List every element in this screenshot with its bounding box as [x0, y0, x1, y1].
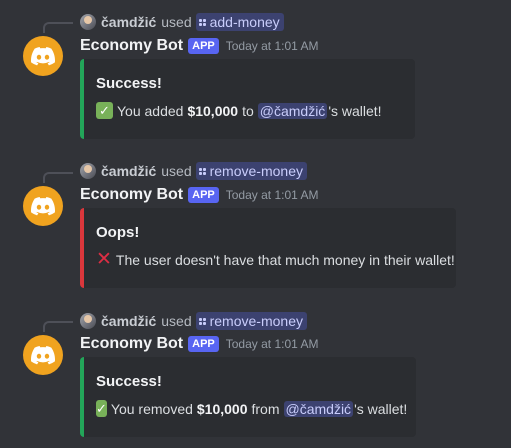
command-name: remove-money: [209, 313, 303, 329]
bot-name[interactable]: Economy Bot: [80, 37, 183, 55]
reply-used-text: used: [161, 313, 192, 329]
embed-color-bar: [80, 59, 84, 139]
app-badge: APP: [188, 187, 219, 203]
reply-username[interactable]: čamdžić: [101, 313, 156, 329]
command-reply[interactable]: čamdžić used remove-money: [80, 311, 307, 331]
bot-name[interactable]: Economy Bot: [80, 186, 183, 204]
timestamp[interactable]: Today at 1:01 AM: [226, 188, 319, 202]
message-header: Economy Bot APP Today at 1:01 AM: [80, 184, 318, 206]
success-embed: Success! ✓ You added $10,000 to @čamdžić…: [80, 59, 415, 139]
user-avatar[interactable]: [80, 313, 96, 329]
embed-color-bar: [80, 357, 84, 437]
reply-username[interactable]: čamdžić: [101, 14, 156, 30]
embed-description: ✓ You removed $10,000 from @čamdžić 's w…: [96, 400, 407, 417]
desc-suffix: 's wallet!: [328, 102, 382, 119]
desc-suffix: 's wallet!: [354, 400, 408, 417]
reply-connector: [43, 22, 73, 33]
cross-mark-icon: ✕: [96, 249, 112, 270]
discord-logo-icon: [31, 46, 55, 65]
reply-username[interactable]: čamdžić: [101, 163, 156, 179]
message-header: Economy Bot APP Today at 1:01 AM: [80, 333, 318, 355]
desc-prefix: You removed: [110, 400, 193, 417]
desc-text: The user doesn't have that much money in…: [115, 251, 455, 268]
success-embed: Success! ✓ You removed $10,000 from @čam…: [80, 357, 416, 437]
timestamp[interactable]: Today at 1:01 AM: [226, 337, 319, 351]
command-name: add-money: [209, 14, 280, 30]
discord-logo-icon: [31, 345, 55, 364]
reply-used-text: used: [161, 163, 192, 179]
command-reply[interactable]: čamdžić used add-money: [80, 12, 284, 32]
check-mark-icon: ✓: [96, 102, 113, 119]
command-name: remove-money: [209, 163, 303, 179]
reply-connector: [43, 321, 73, 332]
discord-logo-icon: [31, 196, 55, 215]
message-header: Economy Bot APP Today at 1:01 AM: [80, 35, 318, 57]
error-embed: Oops! ✕ The user doesn't have that much …: [80, 208, 456, 288]
amount: $10,000: [187, 102, 239, 119]
check-mark-icon: ✓: [96, 400, 107, 417]
reply-used-text: used: [161, 14, 192, 30]
command-reply[interactable]: čamdžić used remove-money: [80, 161, 307, 181]
slash-command-icon: [198, 317, 206, 325]
embed-color-bar: [80, 208, 84, 288]
user-avatar[interactable]: [80, 163, 96, 179]
desc-middle: to: [242, 102, 254, 119]
desc-middle: from: [251, 400, 280, 417]
embed-description: ✓ You added $10,000 to @čamdžić 's walle…: [96, 102, 401, 119]
app-badge: APP: [188, 38, 219, 54]
user-mention[interactable]: @čamdžić: [257, 102, 328, 119]
embed-description: ✕ The user doesn't have that much money …: [96, 249, 455, 270]
embed-title: Success!: [96, 373, 162, 390]
bot-avatar[interactable]: [23, 335, 63, 375]
user-avatar[interactable]: [80, 14, 96, 30]
timestamp[interactable]: Today at 1:01 AM: [226, 39, 319, 53]
reply-connector: [43, 172, 73, 183]
amount: $10,000: [196, 400, 248, 417]
slash-command-chip[interactable]: remove-money: [195, 162, 307, 180]
slash-command-icon: [198, 18, 206, 26]
bot-avatar[interactable]: [23, 186, 63, 226]
embed-title: Oops!: [96, 224, 140, 241]
chat-log: čamdžić used add-money Economy Bot APP T…: [0, 0, 511, 448]
user-mention[interactable]: @čamdžić: [283, 400, 354, 417]
slash-command-chip[interactable]: add-money: [195, 13, 284, 31]
bot-avatar[interactable]: [23, 36, 63, 76]
embed-title: Success!: [96, 75, 162, 92]
slash-command-chip[interactable]: remove-money: [195, 312, 307, 330]
bot-name[interactable]: Economy Bot: [80, 335, 183, 353]
slash-command-icon: [198, 167, 206, 175]
desc-prefix: You added: [117, 102, 184, 119]
app-badge: APP: [188, 336, 219, 352]
